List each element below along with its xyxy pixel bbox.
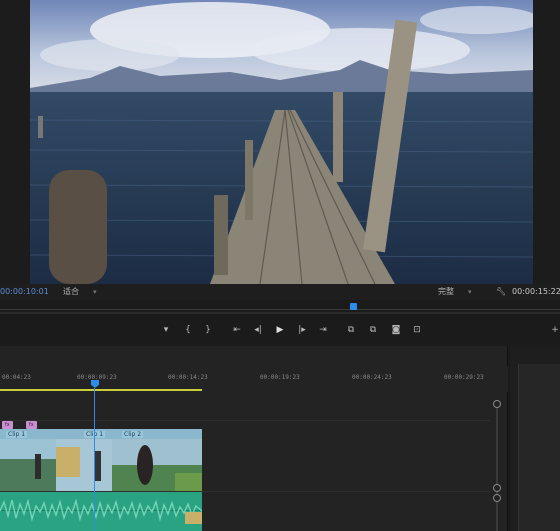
extract-button[interactable]: ⧉ [366,322,380,338]
scrollbar-track [496,400,498,531]
video-preview [30,0,533,284]
audio-meter-panel [510,346,560,531]
chevron-down-icon: ▾ [93,288,97,296]
compare-view-button[interactable]: ⊡ [410,322,424,338]
mark-in-button[interactable]: { [181,322,195,338]
mark-out-button[interactable]: } [201,322,215,338]
add-button[interactable]: + [548,322,560,338]
audio-meter [518,364,560,531]
clip-label: Clip 1 [6,431,28,438]
scrollbar-handle[interactable] [493,494,501,502]
ruler-tick: 00:04:23 [2,374,31,381]
ruler-tick: 00:00:19:23 [260,374,300,381]
current-timecode[interactable]: 00:00:10:01 [0,284,49,300]
monitor-playhead[interactable] [350,303,357,310]
scrollbar-handle[interactable] [493,400,501,408]
ruler-tick: 00:00:29:23 [444,374,484,381]
monitor-time-ruler[interactable] [0,300,560,314]
fit-dropdown[interactable]: 适合 ▾ [63,284,97,300]
track-height-scrollbar[interactable] [493,400,501,531]
quality-dropdown-label: 完整 [438,287,454,296]
monitor-info-bar: 00:00:10:01 适合 ▾ 完整 ▾ 🔧︎ 00:00:15:22 [0,284,560,300]
fit-dropdown-label: 适合 [63,287,79,296]
chevron-down-icon: ▾ [468,288,472,296]
program-monitor [0,0,560,284]
step-back-button[interactable]: ◂| [251,322,265,338]
ruler-line [0,309,560,310]
add-marker-button[interactable]: ▾ [159,322,173,338]
duration-timecode: 00:00:15:22 [512,287,560,296]
lift-button[interactable]: ⧉ [344,322,358,338]
track-divider [0,420,490,421]
fx-badge[interactable]: fx [26,421,37,429]
audio-waveform [0,498,202,524]
playhead-line [94,388,95,531]
ruler-tick: 00:00:09:23 [77,374,117,381]
ruler-tick: 00:00:14:23 [168,374,208,381]
settings-wrench-icon[interactable]: 🔧︎ [496,284,506,300]
play-button[interactable]: ▶ [273,322,287,338]
go-to-in-button[interactable]: ⇤ [230,322,244,338]
transport-controls: ▾ { } ⇤ ◂| ▶ |▸ ⇥ ⧉ ⧉ ◙ ⊡ + [0,314,560,346]
quality-dropdown[interactable]: 完整 ▾ [438,284,472,300]
ruler-tick: 00:00:24:23 [352,374,392,381]
audio-clip[interactable] [0,492,202,531]
clip-label: Clip 2 [122,431,144,438]
scrollbar-handle[interactable] [493,484,501,492]
go-to-out-button[interactable]: ⇥ [316,322,330,338]
work-area-bar[interactable] [0,389,202,391]
video-clip[interactable]: Clip 1 Clip 1 Clip 2 [0,429,202,491]
clip-thumbnails [0,429,202,491]
fx-badge[interactable]: fx [2,421,13,429]
export-frame-button[interactable]: ◙ [389,322,403,338]
step-forward-button[interactable]: |▸ [295,322,309,338]
